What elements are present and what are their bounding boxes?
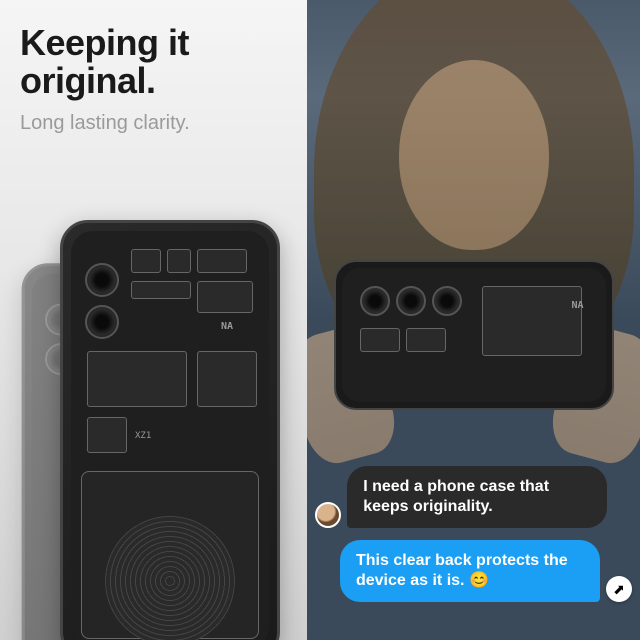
circuit-component bbox=[360, 328, 400, 352]
circuit-component bbox=[167, 249, 191, 273]
phone-case-layer-front: NA XZ1 MAIN bbox=[60, 220, 280, 640]
chat-bubble-outgoing: This clear back protects the device as i… bbox=[340, 540, 600, 602]
circuit-component bbox=[482, 286, 582, 356]
held-phone: NA bbox=[334, 260, 614, 410]
camera-lens-icon bbox=[85, 263, 119, 297]
circuit-label-xz1: XZ1 bbox=[135, 431, 151, 441]
circuit-label-na: NA bbox=[572, 300, 584, 311]
circuit-component bbox=[131, 249, 161, 273]
chat-message-outgoing: This clear back protects the device as i… bbox=[315, 540, 632, 602]
chat-bubble-incoming: I need a phone case that keeps originali… bbox=[347, 466, 607, 528]
circuit-component bbox=[197, 281, 253, 313]
circuit-label-na: NA bbox=[221, 321, 233, 332]
chat-message-incoming: I need a phone case that keeps originali… bbox=[315, 466, 632, 528]
camera-lens-icon bbox=[85, 305, 119, 339]
held-phone-internals: NA bbox=[342, 268, 606, 402]
chat-overlay: I need a phone case that keeps originali… bbox=[315, 466, 632, 614]
circuit-component bbox=[87, 351, 187, 407]
product-render-area: NA XZ1 MAIN bbox=[0, 220, 307, 640]
camera-lens-icon bbox=[396, 286, 426, 316]
share-icon: ⬈ bbox=[606, 576, 632, 602]
wireless-coil-area: MAIN bbox=[81, 471, 259, 639]
wireless-charging-coil-icon bbox=[105, 516, 235, 640]
circuit-component bbox=[131, 281, 191, 299]
marketing-panel-left: Keeping it original. Long lasting clarit… bbox=[0, 0, 307, 640]
subheadline: Long lasting clarity. bbox=[20, 112, 287, 135]
circuit-component bbox=[197, 351, 257, 407]
camera-lens-icon bbox=[360, 286, 390, 316]
circuit-component bbox=[406, 328, 446, 352]
person-face bbox=[399, 60, 549, 250]
phone-internals: NA XZ1 MAIN bbox=[71, 231, 269, 640]
headline: Keeping it original. bbox=[20, 24, 287, 100]
circuit-component bbox=[197, 249, 247, 273]
lifestyle-panel-right: NA I need a phone case that keeps origin… bbox=[307, 0, 640, 640]
chat-avatar-icon bbox=[315, 502, 341, 528]
camera-lens-icon bbox=[432, 286, 462, 316]
circuit-component bbox=[87, 417, 127, 453]
